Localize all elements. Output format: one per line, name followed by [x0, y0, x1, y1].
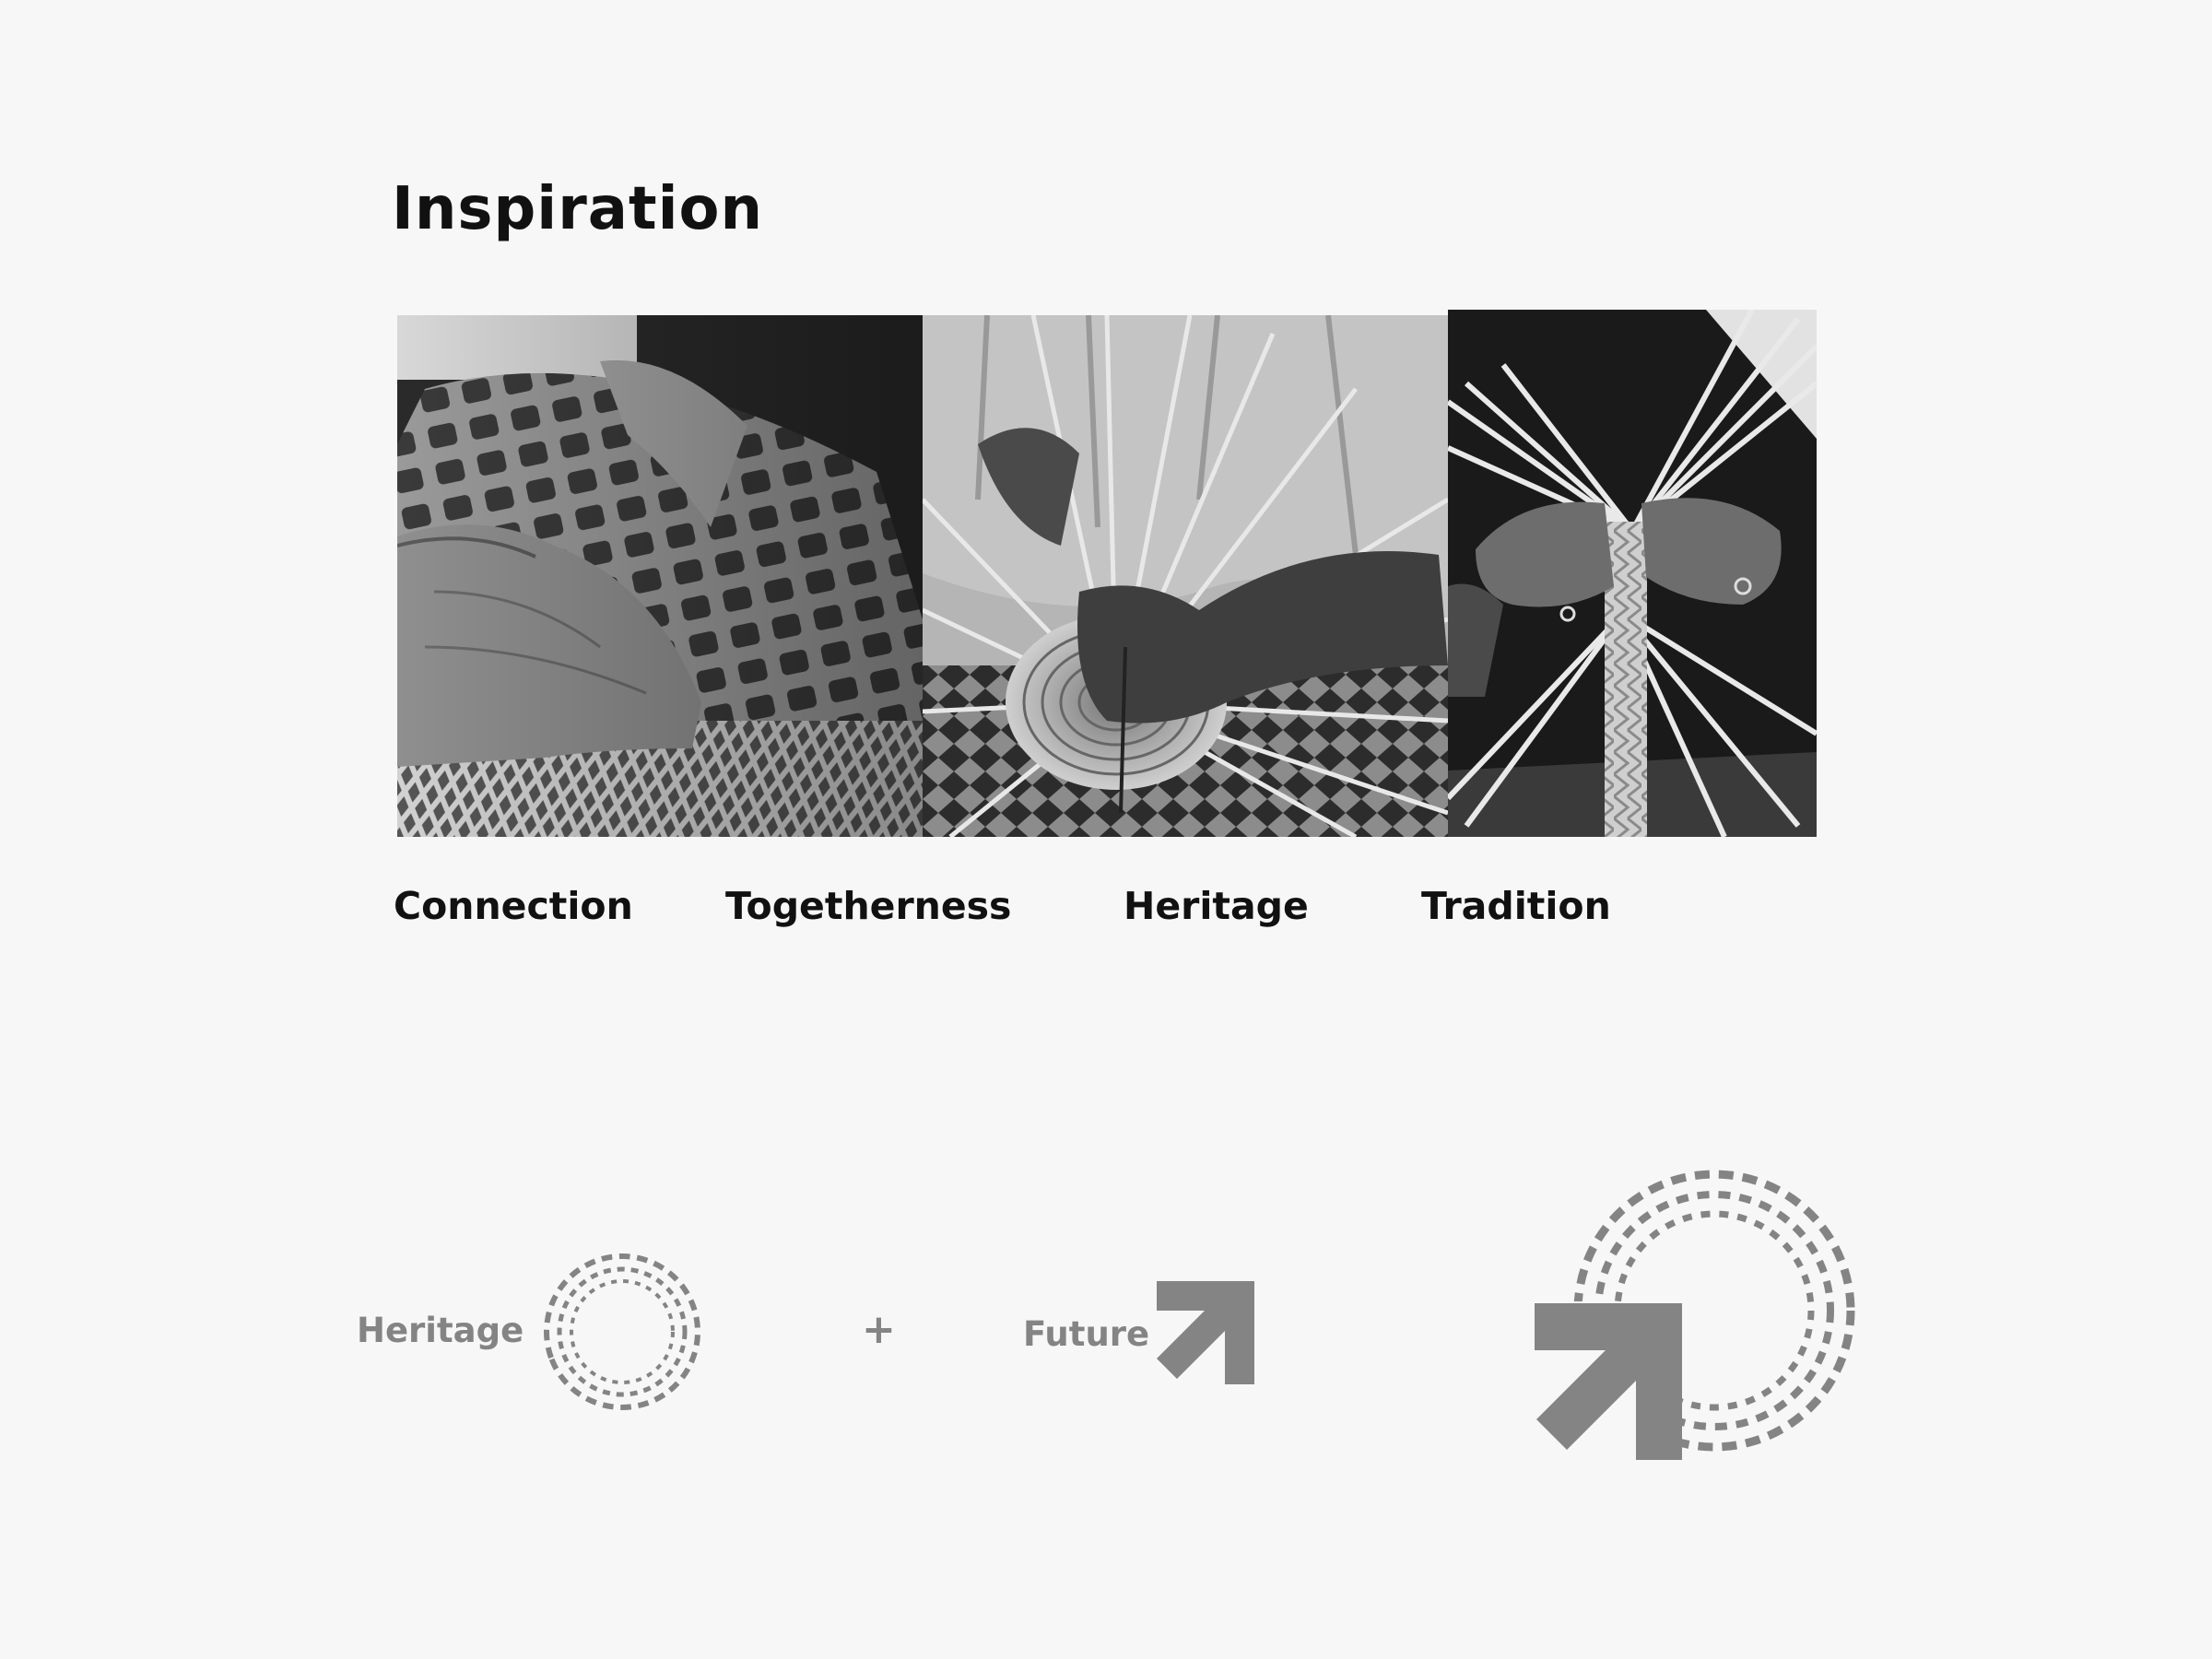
inspiration-photo-strip — [397, 310, 1817, 837]
palm-leaf-braiding-photo — [1448, 310, 1817, 837]
basket-weaving-hands-photo — [397, 315, 923, 837]
circular-basket-weaving-photo — [923, 315, 1448, 837]
caption-tradition: Tradition — [1421, 884, 1611, 928]
page-title: Inspiration — [392, 175, 764, 243]
caption-togetherness: Togetherness — [725, 884, 1012, 928]
combined-logo-icon — [1525, 1163, 1857, 1467]
heritage-dotted-circle-icon — [535, 1244, 710, 1419]
plus-sign: + — [862, 1306, 896, 1353]
future-arrow-icon — [1157, 1281, 1254, 1384]
heritage-label: Heritage — [357, 1311, 524, 1350]
future-label: Future — [1023, 1314, 1150, 1354]
caption-connection: Connection — [394, 884, 633, 928]
caption-heritage: Heritage — [1124, 884, 1309, 928]
